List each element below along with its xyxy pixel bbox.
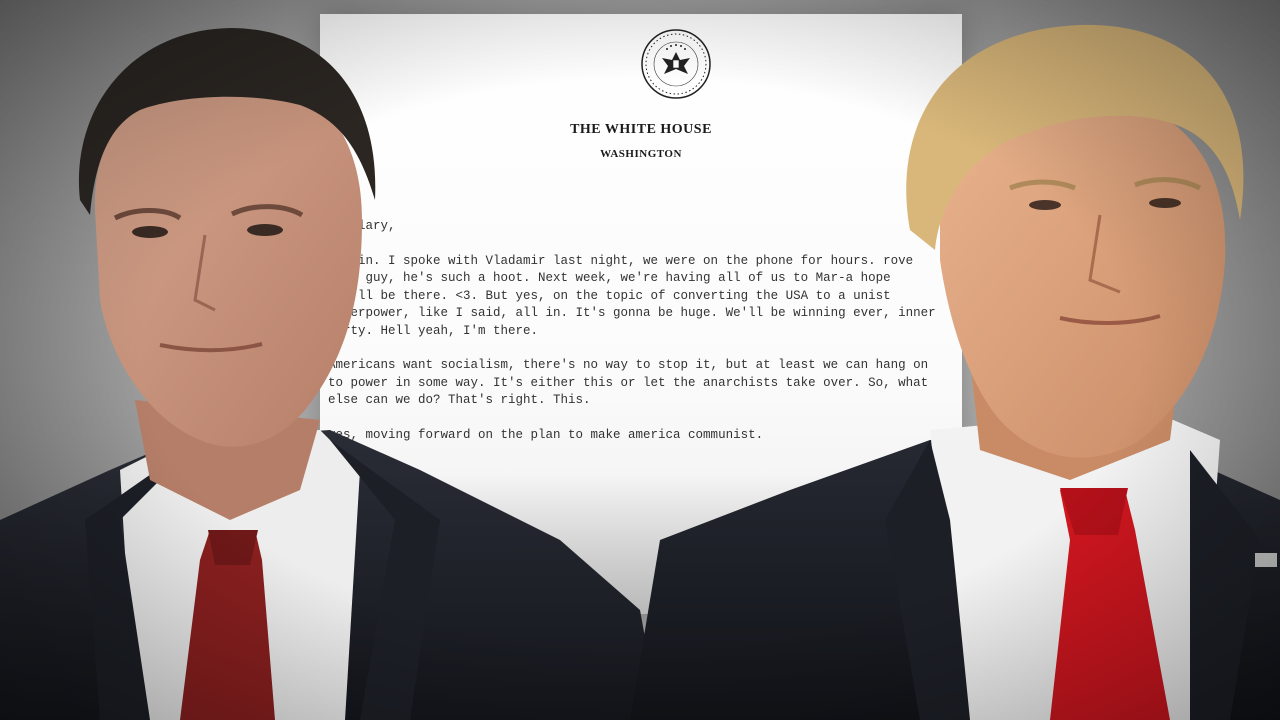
right-man-portrait xyxy=(630,24,1280,720)
flag-pin xyxy=(1255,553,1277,567)
composite-image: THE WHITE HOUSE WASHINGTON t Hilary, all… xyxy=(0,0,1280,720)
left-face xyxy=(94,71,362,447)
left-man-portrait xyxy=(0,28,660,720)
